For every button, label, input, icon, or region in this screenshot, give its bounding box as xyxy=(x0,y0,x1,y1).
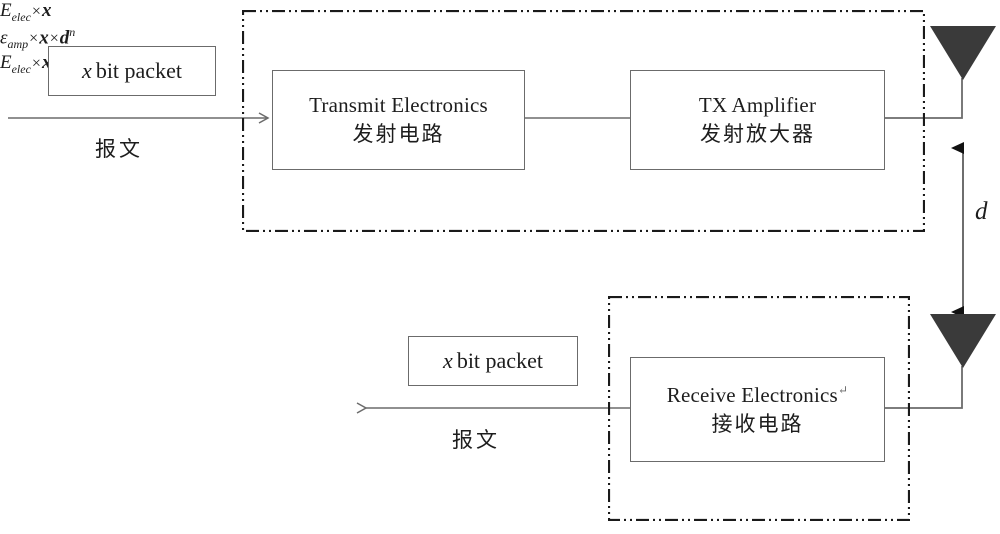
formula-operator-2: × xyxy=(49,30,59,48)
tx-amplifier-title-zh: 发射放大器 xyxy=(700,122,815,146)
formula-operator-1: × xyxy=(29,30,39,48)
tx-amplifier-title: TX Amplifier xyxy=(698,93,817,118)
distance-label: d xyxy=(975,198,988,225)
formula-base: E xyxy=(0,51,12,73)
formula-base: E xyxy=(0,0,12,21)
input-packet-box: x bit packet xyxy=(48,46,216,96)
formula-subscript: amp xyxy=(7,36,29,51)
receive-electronics-title: Receive Electronics↵ xyxy=(667,383,848,408)
formula-base: ε xyxy=(0,27,8,49)
formula-operand-1: x xyxy=(39,27,49,49)
transmit-antenna-icon xyxy=(930,26,996,80)
output-packet-caption: 报文 xyxy=(452,428,500,452)
output-packet-variable: x xyxy=(443,348,453,373)
formula-operator: × xyxy=(31,54,41,72)
formula-subscript: elec xyxy=(11,9,31,24)
input-packet-label: bit packet xyxy=(95,58,182,83)
transmit-electronics-block: Transmit Electronics 发射电路 xyxy=(272,70,525,170)
formula-exponent: n xyxy=(69,24,76,39)
diagram-canvas: x bit packet 报文 x bit packet 报文 Transmit… xyxy=(0,0,1000,534)
output-packet-box: x bit packet xyxy=(408,336,578,386)
output-packet-label: bit packet xyxy=(456,348,543,373)
formula-operand-2: d xyxy=(59,27,70,49)
formula-subscript: elec xyxy=(11,61,31,76)
receive-antenna-icon xyxy=(930,314,996,368)
receive-electronics-block: Receive Electronics↵ 接收电路 xyxy=(630,357,885,462)
transmit-electronics-title-zh: 发射电路 xyxy=(352,122,445,146)
formula-operand: x xyxy=(41,0,52,21)
input-packet-caption: 报文 xyxy=(95,137,143,161)
receive-electronics-label: Receive Electronics xyxy=(666,382,838,407)
receive-electronics-title-zh: 接收电路 xyxy=(711,411,804,436)
pilcrow-icon: ↵ xyxy=(837,382,849,397)
transmit-electronics-title: Transmit Electronics xyxy=(309,93,488,118)
input-packet-variable: x xyxy=(82,58,92,83)
tx-amplifier-block: TX Amplifier 发射放大器 xyxy=(630,70,885,170)
formula-operator: × xyxy=(31,3,41,20)
